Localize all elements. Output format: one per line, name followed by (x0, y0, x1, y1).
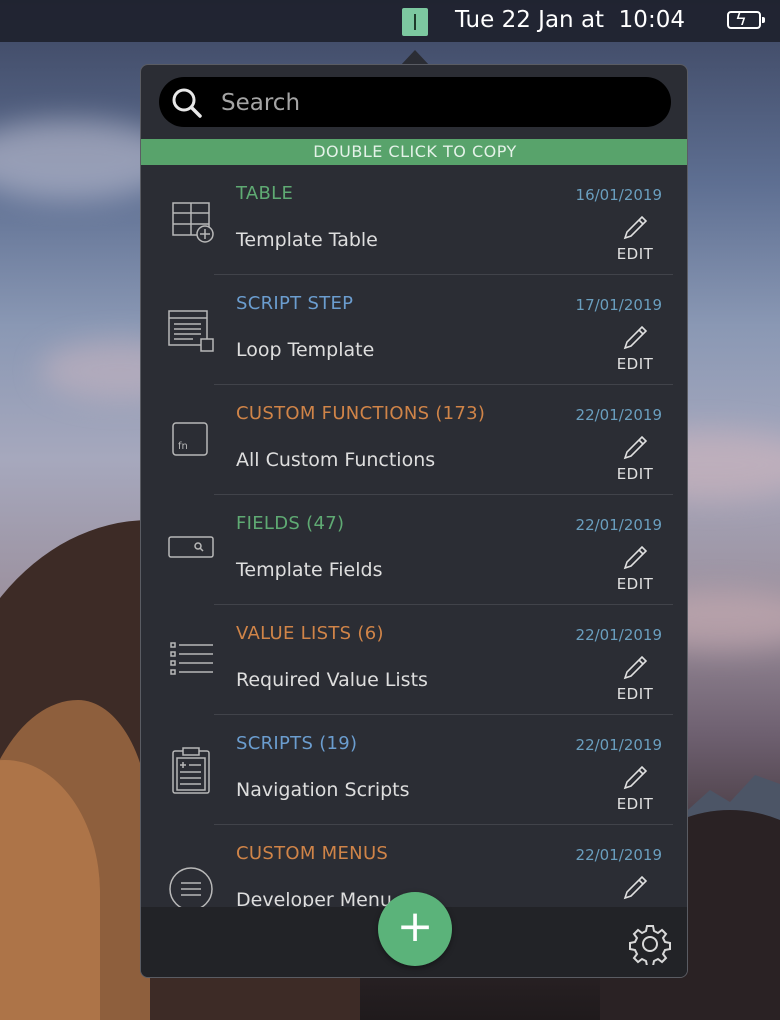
edit-label: EDIT (616, 245, 654, 263)
item-date: 22/01/2019 (575, 736, 662, 754)
battery-charging-icon[interactable]: ϟ (727, 10, 765, 30)
list-item[interactable]: VALUE LISTS (6) 22/01/2019 Required Valu… (141, 605, 687, 715)
item-category: CUSTOM FUNCTIONS (173) (236, 403, 486, 424)
edit-button[interactable] (607, 873, 663, 907)
item-name: Template Table (236, 229, 378, 251)
list-item[interactable]: TABLE 16/01/2019 Template Table EDIT (141, 165, 687, 275)
item-date: 17/01/2019 (575, 296, 662, 314)
edit-button[interactable]: EDIT (607, 433, 663, 485)
pencil-icon (623, 875, 648, 900)
item-category: VALUE LISTS (6) (236, 623, 384, 644)
edit-button[interactable]: EDIT (607, 763, 663, 815)
copy-hint-banner: DOUBLE CLICK TO COPY (141, 139, 687, 165)
item-category: SCRIPT STEP (236, 293, 354, 314)
search-bar[interactable] (159, 77, 671, 129)
item-date: 22/01/2019 (575, 846, 662, 864)
item-name: Developer Menu (236, 889, 392, 907)
menu-bar-clock[interactable]: Tue 22 Jan at 10:04 (455, 7, 685, 33)
function-icon: fn (172, 422, 208, 456)
item-category: SCRIPTS (19) (236, 733, 358, 754)
item-name: Loop Template (236, 339, 375, 361)
table-add-icon (172, 202, 214, 243)
menu-icon (169, 867, 213, 907)
item-name: Navigation Scripts (236, 779, 410, 801)
search-icon (172, 88, 202, 118)
edit-label: EDIT (616, 355, 654, 373)
add-button[interactable]: + (378, 892, 452, 966)
script-step-icon (168, 310, 214, 352)
item-date: 22/01/2019 (575, 516, 662, 534)
pencil-icon (623, 655, 648, 680)
pencil-icon (623, 435, 648, 460)
list-item[interactable]: SCRIPTS (19) 22/01/2019 Navigation Scrip… (141, 715, 687, 825)
pencil-icon (623, 215, 648, 240)
menu-bar: Tue 22 Jan at 10:04 ϟ (0, 0, 780, 42)
edit-label: EDIT (616, 795, 654, 813)
list-item[interactable]: SCRIPT STEP 17/01/2019 Loop Template EDI… (141, 275, 687, 385)
item-date: 22/01/2019 (575, 626, 662, 644)
list-item[interactable]: FIELDS (47) 22/01/2019 Template Fields E… (141, 495, 687, 605)
edit-label: EDIT (616, 685, 654, 703)
pencil-icon (623, 765, 648, 790)
item-category: CUSTOM MENUS (236, 843, 389, 864)
gear-icon[interactable] (629, 923, 671, 965)
clipboard-icon (172, 747, 210, 794)
search-input[interactable] (219, 77, 663, 129)
pencil-icon (623, 545, 648, 570)
app-icon[interactable] (402, 8, 428, 36)
edit-label: EDIT (616, 465, 654, 483)
clip-manager-popover: DOUBLE CLICK TO COPY TABLE 16/01/2019 Te… (140, 64, 688, 978)
item-name: Template Fields (236, 559, 383, 581)
item-name: All Custom Functions (236, 449, 436, 471)
value-list-icon (170, 642, 213, 675)
item-category: TABLE (236, 183, 294, 204)
item-category: FIELDS (47) (236, 513, 345, 534)
field-icon (168, 536, 214, 558)
snippet-list[interactable]: TABLE 16/01/2019 Template Table EDIT SCR… (141, 165, 687, 907)
item-date: 22/01/2019 (575, 406, 662, 424)
pencil-icon (623, 325, 648, 350)
list-item[interactable]: fn CUSTOM FUNCTIONS (173) 22/01/2019 All… (141, 385, 687, 495)
edit-label: EDIT (616, 575, 654, 593)
item-date: 16/01/2019 (575, 186, 662, 204)
edit-button[interactable]: EDIT (607, 323, 663, 375)
edit-button[interactable]: EDIT (607, 653, 663, 705)
edit-button[interactable]: EDIT (607, 543, 663, 595)
svg-text:fn: fn (178, 441, 188, 452)
edit-button[interactable]: EDIT (607, 213, 663, 265)
item-name: Required Value Lists (236, 669, 428, 691)
